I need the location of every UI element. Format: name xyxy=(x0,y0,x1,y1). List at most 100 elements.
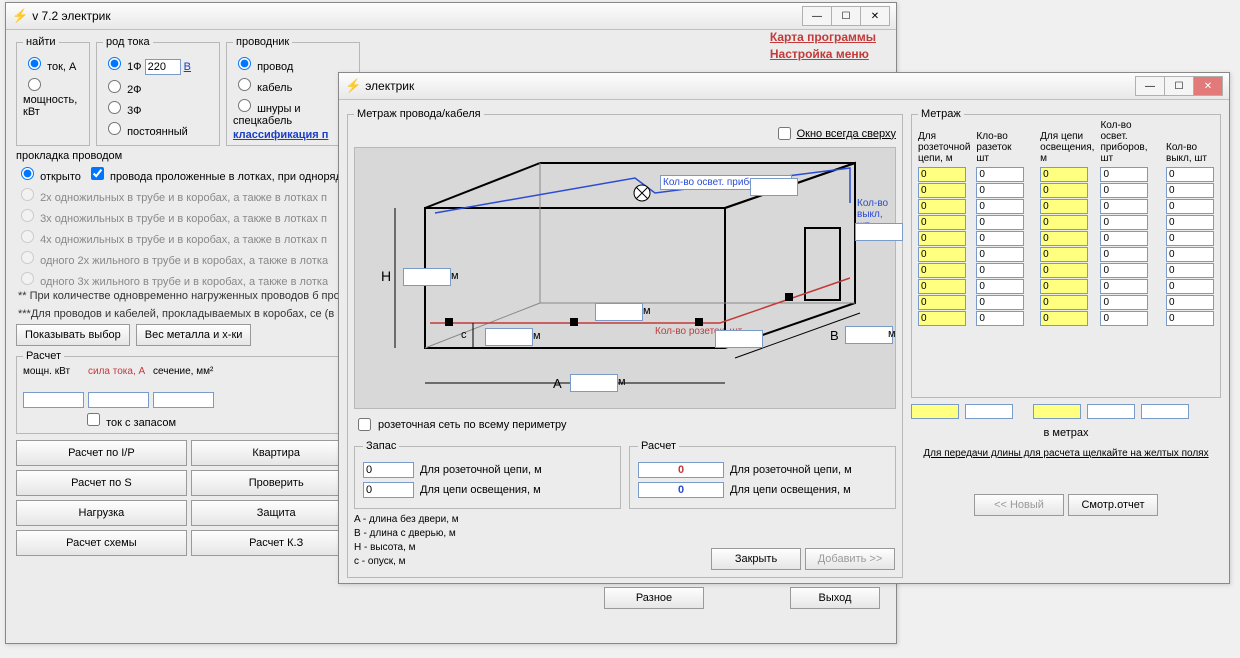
metrage-cell-c4-r1[interactable] xyxy=(1166,183,1214,198)
metrage-cell-c1-r7[interactable] xyxy=(976,279,1024,294)
metrage-cell-c0-r7[interactable] xyxy=(918,279,966,294)
metrage-cell-c1-r6[interactable] xyxy=(976,263,1024,278)
s-button[interactable]: Расчет по S xyxy=(16,470,187,496)
3f-radio[interactable]: 3Ф xyxy=(103,98,213,117)
metrage-cell-c1-r8[interactable] xyxy=(976,295,1024,310)
metrage-cell-c0-r1[interactable] xyxy=(918,183,966,198)
metrage-cell-c3-r7[interactable] xyxy=(1100,279,1148,294)
metrage-cell-c2-r3[interactable] xyxy=(1040,215,1088,230)
shnury-radio[interactable]: шнуры и спецкабель xyxy=(233,96,353,127)
osvet-input[interactable] xyxy=(750,178,798,196)
metrage-cell-c4-r3[interactable] xyxy=(1166,215,1214,230)
metrage-cell-c2-r8[interactable] xyxy=(1040,295,1088,310)
add-button[interactable]: Добавить >> xyxy=(805,548,895,570)
metrage-cell-c4-r5[interactable] xyxy=(1166,247,1214,262)
provod-radio[interactable]: провод xyxy=(233,54,353,73)
metrage-cell-c1-r0[interactable] xyxy=(976,167,1024,182)
metrage-cell-c2-r4[interactable] xyxy=(1040,231,1088,246)
close-metrage-button[interactable]: Закрыть xyxy=(711,548,801,570)
perimeter-check[interactable] xyxy=(358,418,371,431)
metrage-cell-c0-r9[interactable] xyxy=(918,311,966,326)
nastroika-link[interactable]: Настройка меню xyxy=(770,47,876,61)
metrage-cell-c1-r1[interactable] xyxy=(976,183,1024,198)
B-input[interactable] xyxy=(845,326,893,344)
vyhod-button[interactable]: Выход xyxy=(790,587,880,609)
A-input[interactable] xyxy=(570,374,618,392)
metrage-cell-c2-r0[interactable] xyxy=(1040,167,1088,182)
1f-radio[interactable]: 1Ф В xyxy=(103,54,213,75)
metrage-cell-c2-r7[interactable] xyxy=(1040,279,1088,294)
smotr-button[interactable]: Смотр.отчет xyxy=(1068,494,1158,516)
sum-roz-sht[interactable] xyxy=(965,404,1013,419)
metrage-cell-c3-r0[interactable] xyxy=(1100,167,1148,182)
top-input[interactable] xyxy=(595,303,643,321)
metrage-cell-c4-r0[interactable] xyxy=(1166,167,1214,182)
show-select-button[interactable]: Показывать выбор xyxy=(16,324,130,346)
metrage-cell-c3-r5[interactable] xyxy=(1100,247,1148,262)
karta-link[interactable]: Карта программы xyxy=(770,30,876,44)
metrage-cell-c4-r6[interactable] xyxy=(1166,263,1214,278)
k3-button[interactable]: Расчет К.З xyxy=(191,530,362,556)
always-top-check[interactable]: Окно всегда сверху xyxy=(774,124,896,143)
weight-button[interactable]: Вес металла и х-ки xyxy=(136,324,252,346)
minimize-button[interactable]: — xyxy=(802,6,832,26)
metrage-cell-c1-r5[interactable] xyxy=(976,247,1024,262)
c-input[interactable] xyxy=(485,328,533,346)
find-tok-radio[interactable]: ток, А xyxy=(23,54,83,73)
volt-input[interactable] xyxy=(145,59,181,75)
metrage-cell-c2-r5[interactable] xyxy=(1040,247,1088,262)
maximize-button[interactable]: ☐ xyxy=(831,6,861,26)
close-button[interactable]: ✕ xyxy=(860,6,890,26)
proverit-button[interactable]: Проверить xyxy=(191,470,362,496)
metrage-cell-c2-r1[interactable] xyxy=(1040,183,1088,198)
metrage-cell-c0-r0[interactable] xyxy=(918,167,966,182)
sum-prib[interactable] xyxy=(1087,404,1135,419)
metrage-cell-c3-r4[interactable] xyxy=(1100,231,1148,246)
zapas-osv-input[interactable] xyxy=(363,482,414,498)
sum-vykl[interactable] xyxy=(1141,404,1189,419)
metrage-cell-c4-r9[interactable] xyxy=(1166,311,1214,326)
shemy-button[interactable]: Расчет схемы xyxy=(16,530,187,556)
sech-input[interactable] xyxy=(153,392,214,408)
vykl-input[interactable] xyxy=(855,223,903,241)
metrage-cell-c2-r6[interactable] xyxy=(1040,263,1088,278)
find-moshn-radio[interactable]: мощность, кВт xyxy=(23,75,83,118)
metrage-cell-c4-r8[interactable] xyxy=(1166,295,1214,310)
sum-osv-m[interactable] xyxy=(1033,404,1081,419)
volt-unit[interactable]: В xyxy=(184,61,191,73)
kvartira-button[interactable]: Квартира xyxy=(191,440,362,466)
kabel-radio[interactable]: кабель xyxy=(233,75,353,94)
metrage-cell-c1-r2[interactable] xyxy=(976,199,1024,214)
metrage-cell-c1-r4[interactable] xyxy=(976,231,1024,246)
metrage-cell-c3-r9[interactable] xyxy=(1100,311,1148,326)
metrage-cell-c4-r7[interactable] xyxy=(1166,279,1214,294)
metrage-cell-c3-r2[interactable] xyxy=(1100,199,1148,214)
sila-input[interactable] xyxy=(88,392,149,408)
win2-maximize[interactable]: ☐ xyxy=(1164,76,1194,96)
metrage-cell-c0-r6[interactable] xyxy=(918,263,966,278)
metrage-cell-c3-r3[interactable] xyxy=(1100,215,1148,230)
raznoe-button[interactable]: Разное xyxy=(604,587,704,609)
metrage-cell-c0-r2[interactable] xyxy=(918,199,966,214)
klass-link[interactable]: классификация п xyxy=(233,129,328,141)
metrage-cell-c0-r5[interactable] xyxy=(918,247,966,262)
nagruzka-button[interactable]: Нагрузка xyxy=(16,500,187,526)
rozetok-input[interactable] xyxy=(715,330,763,348)
metrage-cell-c0-r3[interactable] xyxy=(918,215,966,230)
metrage-cell-c2-r2[interactable] xyxy=(1040,199,1088,214)
metrage-cell-c1-r9[interactable] xyxy=(976,311,1024,326)
sum-roz-m[interactable] xyxy=(911,404,959,419)
metrage-cell-c3-r8[interactable] xyxy=(1100,295,1148,310)
metrage-cell-c2-r9[interactable] xyxy=(1040,311,1088,326)
win2-minimize[interactable]: — xyxy=(1135,76,1165,96)
ip-button[interactable]: Расчет по I/P xyxy=(16,440,187,466)
metrage-cell-c3-r6[interactable] xyxy=(1100,263,1148,278)
metrage-cell-c1-r3[interactable] xyxy=(976,215,1024,230)
H-input[interactable] xyxy=(403,268,451,286)
metrage-cell-c4-r4[interactable] xyxy=(1166,231,1214,246)
win2-close[interactable]: ✕ xyxy=(1193,76,1223,96)
zashita-button[interactable]: Защита xyxy=(191,500,362,526)
novyi-button[interactable]: << Новый xyxy=(974,494,1064,516)
post-radio[interactable]: постоянный xyxy=(103,119,213,138)
metrage-cell-c4-r2[interactable] xyxy=(1166,199,1214,214)
